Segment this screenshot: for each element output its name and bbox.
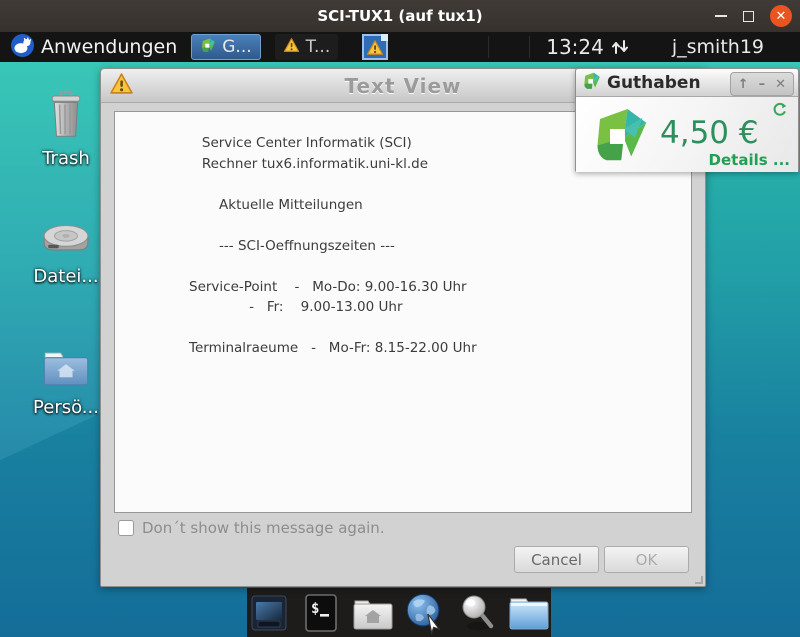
- dialog-buttons: Cancel OK: [514, 546, 689, 573]
- guthaben-title: Guthaben: [607, 72, 701, 93]
- tray-icon-notch: [381, 34, 389, 41]
- warning-icon: [283, 37, 300, 58]
- minimize-icon[interactable]: [715, 15, 727, 17]
- applications-menu-button[interactable]: Anwendungen: [10, 33, 177, 62]
- blue-folder-icon[interactable]: [508, 592, 550, 634]
- details-link[interactable]: Details ...: [709, 151, 790, 169]
- resize-grip[interactable]: [695, 576, 703, 584]
- home-folder-icon: [42, 349, 90, 391]
- search-icon[interactable]: [456, 592, 498, 634]
- harddisk-icon: [42, 222, 90, 260]
- close-icon[interactable]: ✕: [775, 78, 786, 91]
- taskbar-button-label: T...: [305, 37, 331, 57]
- taskbar-button-guthaben[interactable]: G...: [191, 34, 261, 60]
- balance-amount: 4,50 €: [660, 115, 759, 151]
- remote-desktop-screen: SCI-TUX1 (auf tux1) ✕ Anwendungen G... T…: [0, 0, 800, 637]
- guthaben-widget: Guthaben ↑ – ✕ 4,50 € Details ...: [575, 68, 799, 172]
- desktop-icon-label: Persö...: [33, 397, 99, 418]
- dont-show-again-row: Don´t show this message again.: [118, 519, 385, 537]
- papercut-logo-icon: [590, 104, 650, 168]
- home-folder-gray-icon[interactable]: [352, 592, 394, 634]
- window-controls: ✕: [715, 0, 792, 32]
- papercut-logo-icon: [200, 37, 216, 58]
- web-browser-icon[interactable]: [404, 592, 446, 635]
- applications-menu-label: Anwendungen: [41, 36, 178, 58]
- trash-icon: [48, 90, 84, 142]
- cancel-button[interactable]: Cancel: [514, 546, 599, 573]
- desktop-icon-label: Datei...: [33, 266, 99, 287]
- panel-clock[interactable]: 13:24: [546, 35, 604, 59]
- taskbar-button-textview[interactable]: T...: [274, 34, 339, 60]
- panel-username: j_smith19: [671, 36, 764, 58]
- desktop-icon-label: Trash: [42, 148, 90, 169]
- svg-text:$: $: [311, 601, 319, 617]
- guthaben-body: 4,50 € Details ...: [576, 97, 798, 172]
- dock: $: [247, 588, 551, 637]
- minimize-icon[interactable]: –: [759, 78, 766, 91]
- refresh-icon[interactable]: [771, 101, 789, 123]
- papercut-logo-icon: [582, 71, 601, 94]
- panel-separator: [529, 36, 531, 58]
- guthaben-window-controls: ↑ – ✕: [729, 72, 794, 96]
- window-title: SCI-TUX1 (auf tux1): [317, 7, 483, 25]
- taskbar-button-label: G...: [222, 37, 252, 57]
- shade-icon[interactable]: ↑: [738, 78, 749, 91]
- panel-separator: [488, 36, 490, 58]
- guthaben-titlebar[interactable]: Guthaben ↑ – ✕: [576, 69, 798, 97]
- show-desktop-icon[interactable]: [248, 592, 290, 634]
- terminal-icon[interactable]: $: [300, 592, 342, 634]
- dont-show-again-label: Don´t show this message again.: [142, 519, 385, 537]
- dont-show-again-checkbox[interactable]: [118, 520, 134, 536]
- maximize-icon[interactable]: [743, 10, 754, 22]
- up-down-arrows-icon[interactable]: [610, 37, 630, 57]
- tray-warning-icon[interactable]: [362, 34, 389, 60]
- close-icon[interactable]: ✕: [770, 5, 792, 27]
- xfce-mouse-icon: [10, 33, 35, 62]
- window-titlebar[interactable]: SCI-TUX1 (auf tux1) ✕: [0, 0, 800, 32]
- ok-button[interactable]: OK: [604, 546, 689, 573]
- xfce-panel: Anwendungen G... T... 13:24 j_smith19: [0, 32, 800, 62]
